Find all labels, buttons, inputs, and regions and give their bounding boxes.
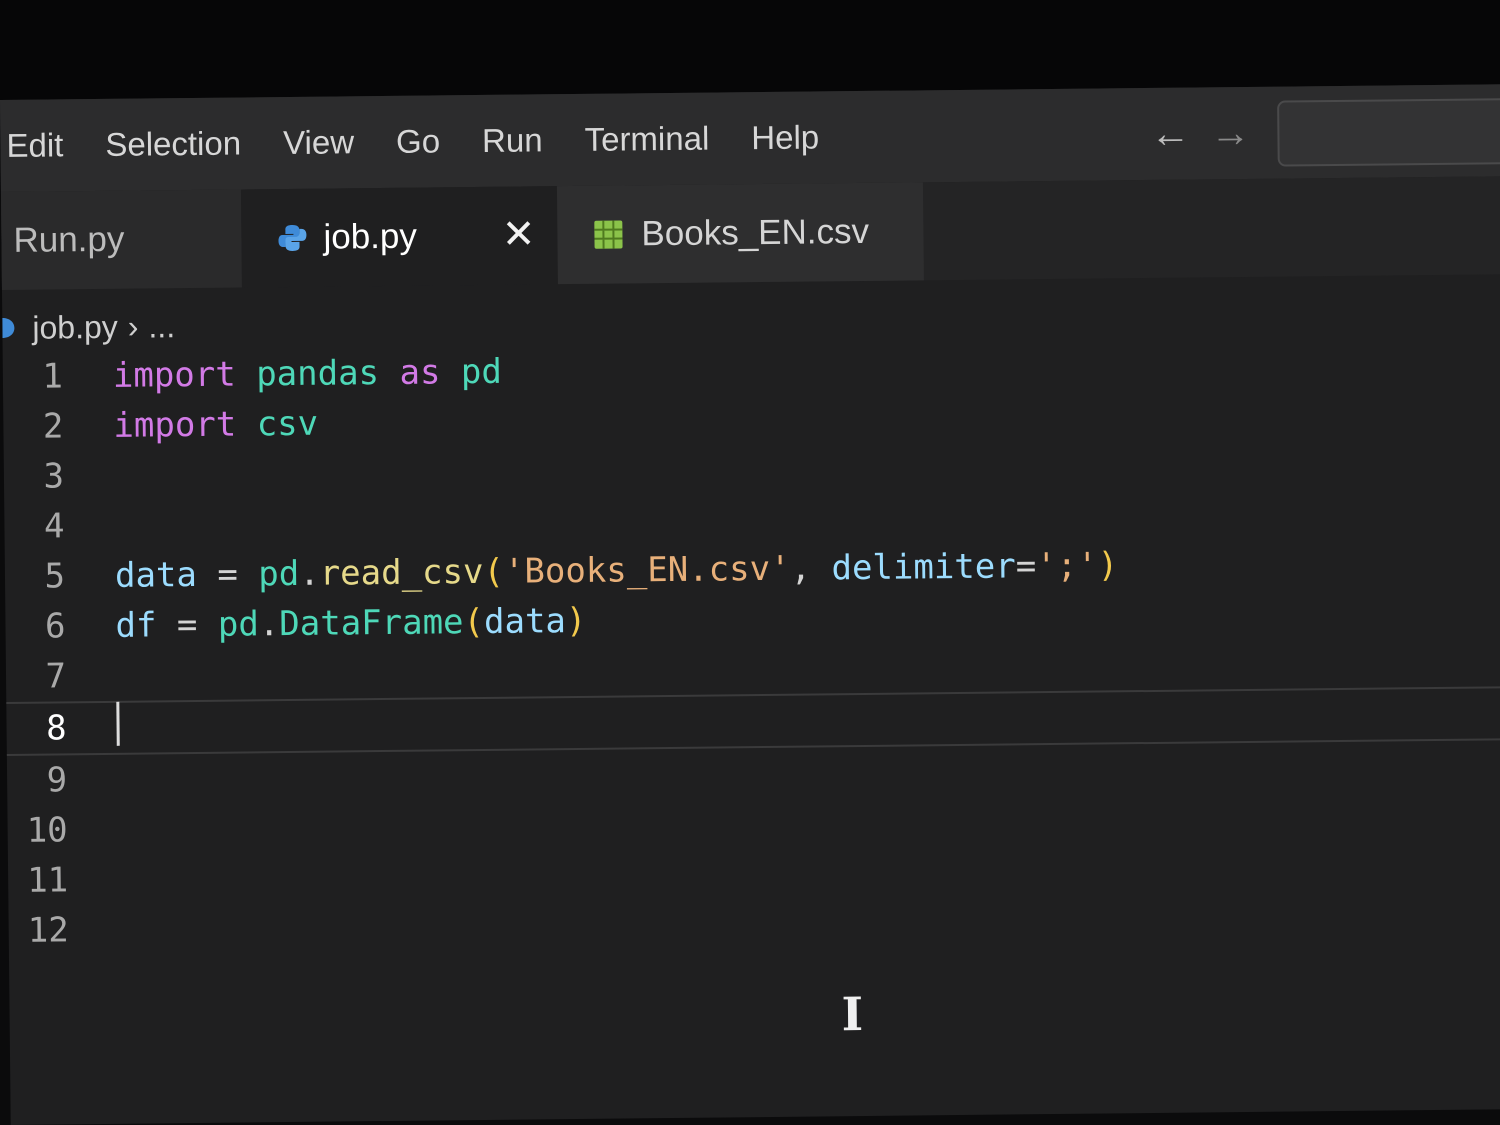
breadcrumb: job.py › ... — [2, 304, 175, 350]
code-editor[interactable]: 1 import pandas as pd 2 import csv 3 4 5 data =… — [3, 336, 1500, 956]
line-number: 2 — [42, 406, 64, 447]
menu-help[interactable]: Help — [751, 118, 819, 157]
code-token: pd — [258, 553, 300, 595]
code-token: pd — [217, 604, 260, 645]
line-number: 3 — [43, 456, 65, 497]
code-text: data = pd.read_csv('Books_EN.csv', delim… — [115, 545, 1119, 596]
back-arrow-icon[interactable]: ← — [1150, 112, 1190, 156]
code-token: = — [196, 554, 259, 595]
line-number: 4 — [43, 506, 65, 547]
code-token: . — [299, 553, 320, 594]
chevron-right-icon: › — [127, 308, 139, 345]
menu-view[interactable]: View — [283, 123, 354, 162]
python-icon — [2, 317, 15, 338]
code-token: pd — [460, 351, 503, 393]
code-token: ( — [463, 601, 485, 643]
close-icon[interactable]: ✕ — [502, 212, 536, 256]
line-number: 6 — [44, 606, 66, 647]
code-token: import — [113, 404, 237, 446]
code-token: = — [156, 604, 219, 646]
code-token: = — [1015, 546, 1037, 587]
tab-books-en-csv[interactable]: Books_EN.csv — [556, 182, 924, 285]
code-token: . — [258, 604, 280, 645]
csv-table-icon — [594, 220, 623, 249]
code-token: ';' — [1035, 545, 1098, 587]
navigation-arrows: ← → — [1150, 111, 1250, 156]
code-token: data — [483, 601, 567, 642]
code-text — [116, 701, 120, 754]
menu-selection[interactable]: Selection — [105, 124, 241, 163]
vscode-window: Edit Selection View Go Run Terminal Help… — [0, 84, 1500, 1125]
line-number: 12 — [27, 910, 69, 951]
breadcrumb-file[interactable]: job.py — [32, 308, 118, 346]
code-token: pandas — [255, 353, 380, 395]
code-token: df — [115, 605, 157, 646]
menu-bar: Edit Selection View Go Run Terminal Help… — [0, 84, 1500, 192]
tab-run-py[interactable]: Run.py — [0, 189, 242, 290]
code-token: import — [112, 354, 236, 396]
forward-arrow-icon[interactable]: → — [1210, 111, 1250, 155]
code-token: as — [399, 352, 441, 393]
code-token: read_csv — [319, 551, 484, 594]
menu-terminal[interactable]: Terminal — [584, 120, 709, 159]
code-token: data — [114, 554, 198, 596]
code-text: import pandas as pd — [113, 352, 502, 396]
line-number: 10 — [26, 810, 68, 851]
menu-run[interactable]: Run — [482, 121, 543, 160]
code-token: DataFrame — [279, 602, 464, 645]
code-token: ( — [483, 551, 505, 592]
line-number: 11 — [27, 860, 69, 901]
code-token: csv — [256, 403, 319, 445]
menu-edit[interactable]: Edit — [6, 126, 63, 165]
line-number: 5 — [44, 556, 66, 597]
text-caret — [116, 701, 120, 746]
tab-job-py[interactable]: job.py ✕ — [240, 186, 558, 288]
code-token: delimiter — [831, 546, 1016, 589]
tab-label: job.py — [323, 216, 418, 257]
tab-label: Run.py — [13, 219, 125, 260]
tab-label: Books_EN.csv — [641, 211, 870, 254]
code-text: import csv — [113, 404, 318, 446]
command-center-search[interactable] — [1277, 97, 1500, 167]
line-number: 1 — [42, 356, 64, 397]
text-ibeam-cursor-icon: I — [841, 987, 864, 1042]
python-icon — [278, 224, 307, 251]
code-token: ) — [1097, 545, 1119, 586]
line-number: 9 — [46, 760, 68, 801]
menu-go[interactable]: Go — [396, 122, 440, 160]
code-text: df = pd.DataFrame(data) — [115, 601, 586, 646]
line-number: 8 — [45, 708, 67, 749]
code-token: ) — [565, 600, 587, 642]
editor-tab-bar: Run.py job.py ✕ Books_EN.csv — [0, 176, 1500, 290]
code-token: 'Books_EN.csv' — [503, 548, 791, 592]
breadcrumb-more[interactable]: ... — [148, 308, 175, 345]
line-number: 7 — [45, 656, 67, 697]
code-token: , — [790, 548, 832, 589]
